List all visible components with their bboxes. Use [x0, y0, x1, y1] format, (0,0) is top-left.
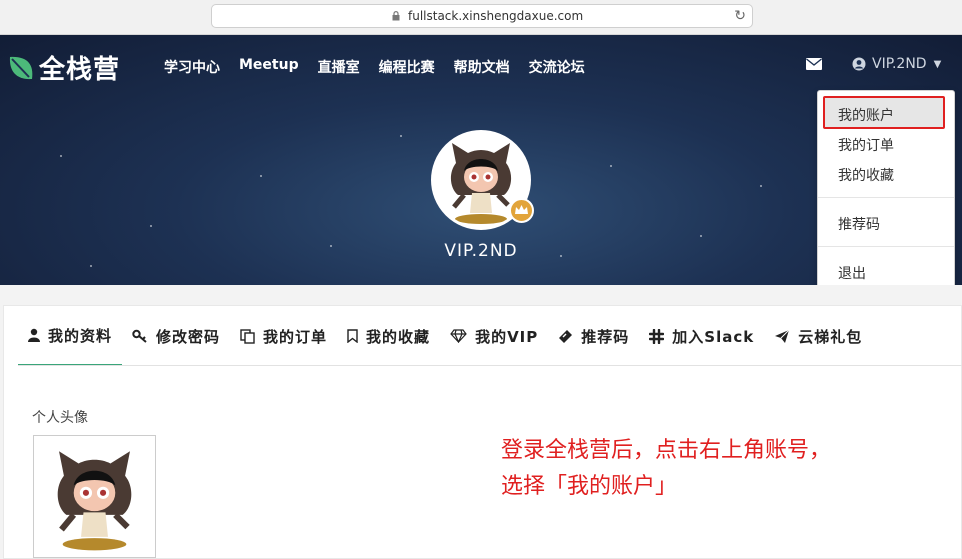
- leaf-icon: [9, 56, 33, 79]
- tab-my-orders[interactable]: 我的订单: [230, 306, 337, 366]
- vip-crown-badge: [509, 198, 534, 223]
- avatar-section-label: 个人头像: [32, 410, 88, 426]
- user-menu-toggle[interactable]: VIP.2ND ▼: [852, 56, 941, 72]
- menu-my-account[interactable]: 我的账户: [838, 105, 894, 125]
- tab-label: 修改密码: [156, 327, 221, 346]
- paper-plane-icon: [775, 329, 790, 343]
- bookmark-icon: [347, 329, 358, 343]
- copy-icon: [240, 328, 255, 344]
- browser-toolbar: fullstack.xinshengdaxue.com ↻: [0, 0, 962, 35]
- nav-learning-center[interactable]: 学习中心: [164, 57, 220, 77]
- annotation-line-1: 登录全栈营后，点击右上角账号，: [501, 438, 832, 463]
- tab-label: 推荐码: [581, 327, 630, 346]
- ticket-icon: [559, 329, 573, 343]
- user-icon: [28, 328, 40, 342]
- menu-divider: [818, 246, 954, 247]
- nav-meetup[interactable]: Meetup: [239, 57, 299, 77]
- menu-referral-code[interactable]: 推荐码: [838, 214, 880, 234]
- nav-forum[interactable]: 交流论坛: [529, 57, 585, 77]
- tab-label: 我的订单: [263, 327, 328, 346]
- instruction-annotation: 登录全栈营后，点击右上角账号， 选择「我的账户」: [501, 433, 831, 505]
- user-circle-icon: [852, 57, 866, 71]
- diamond-icon: [450, 329, 467, 343]
- account-card: 我的资料 修改密码 我的订单 我的收藏 我的VIP 推荐码 加入Slack 云梯…: [3, 305, 962, 559]
- nav-live-room[interactable]: 直播室: [318, 57, 360, 77]
- account-content: 我的资料 修改密码 我的订单 我的收藏 我的VIP 推荐码 加入Slack 云梯…: [0, 285, 962, 559]
- annotation-line-2: 选择「我的账户」: [501, 474, 678, 499]
- user-dropdown-menu: 我的账户 我的订单 我的收藏 推荐码 退出: [817, 90, 955, 295]
- nav-contest[interactable]: 编程比赛: [379, 57, 435, 77]
- username: VIP.2ND: [872, 56, 927, 72]
- tab-label: 我的VIP: [475, 327, 539, 346]
- nav-help-docs[interactable]: 帮助文档: [454, 57, 510, 77]
- tabs-divider: [18, 365, 962, 366]
- site-logo[interactable]: 全栈营: [7, 49, 120, 86]
- tab-label: 云梯礼包: [798, 327, 863, 346]
- tab-my-favorites[interactable]: 我的收藏: [337, 306, 440, 366]
- brand-name: 全栈营: [39, 55, 121, 85]
- address-bar[interactable]: fullstack.xinshengdaxue.com ↻: [211, 4, 753, 28]
- tab-my-profile[interactable]: 我的资料: [18, 306, 123, 366]
- reload-icon[interactable]: ↻: [734, 8, 746, 24]
- tab-gift-pack[interactable]: 云梯礼包: [764, 306, 872, 366]
- tab-join-slack[interactable]: 加入Slack: [639, 306, 764, 366]
- mail-icon[interactable]: [806, 58, 822, 70]
- menu-my-favorites[interactable]: 我的收藏: [838, 165, 894, 185]
- menu-logout[interactable]: 退出: [838, 263, 866, 283]
- tab-label: 我的收藏: [366, 327, 431, 346]
- account-tabs: 我的资料 修改密码 我的订单 我的收藏 我的VIP 推荐码 加入Slack 云梯…: [18, 306, 872, 366]
- tab-label: 我的资料: [48, 326, 113, 345]
- menu-divider: [818, 197, 954, 198]
- menu-my-orders[interactable]: 我的订单: [838, 135, 894, 155]
- tab-label: 加入Slack: [672, 327, 755, 346]
- caret-down-icon: ▼: [933, 58, 942, 70]
- key-icon: [132, 329, 147, 343]
- tab-referral-code[interactable]: 推荐码: [548, 306, 639, 366]
- crown-icon: [515, 205, 528, 214]
- tab-change-password[interactable]: 修改密码: [122, 306, 230, 366]
- slack-icon: [649, 328, 665, 344]
- main-nav: 学习中心 Meetup 直播室 编程比赛 帮助文档 交流论坛: [164, 57, 604, 77]
- octocat-avatar-image: [57, 451, 132, 551]
- tab-my-vip[interactable]: 我的VIP: [440, 306, 548, 366]
- lock-icon: [392, 11, 400, 21]
- profile-photo[interactable]: [33, 435, 156, 558]
- url-text: fullstack.xinshengdaxue.com: [408, 9, 584, 23]
